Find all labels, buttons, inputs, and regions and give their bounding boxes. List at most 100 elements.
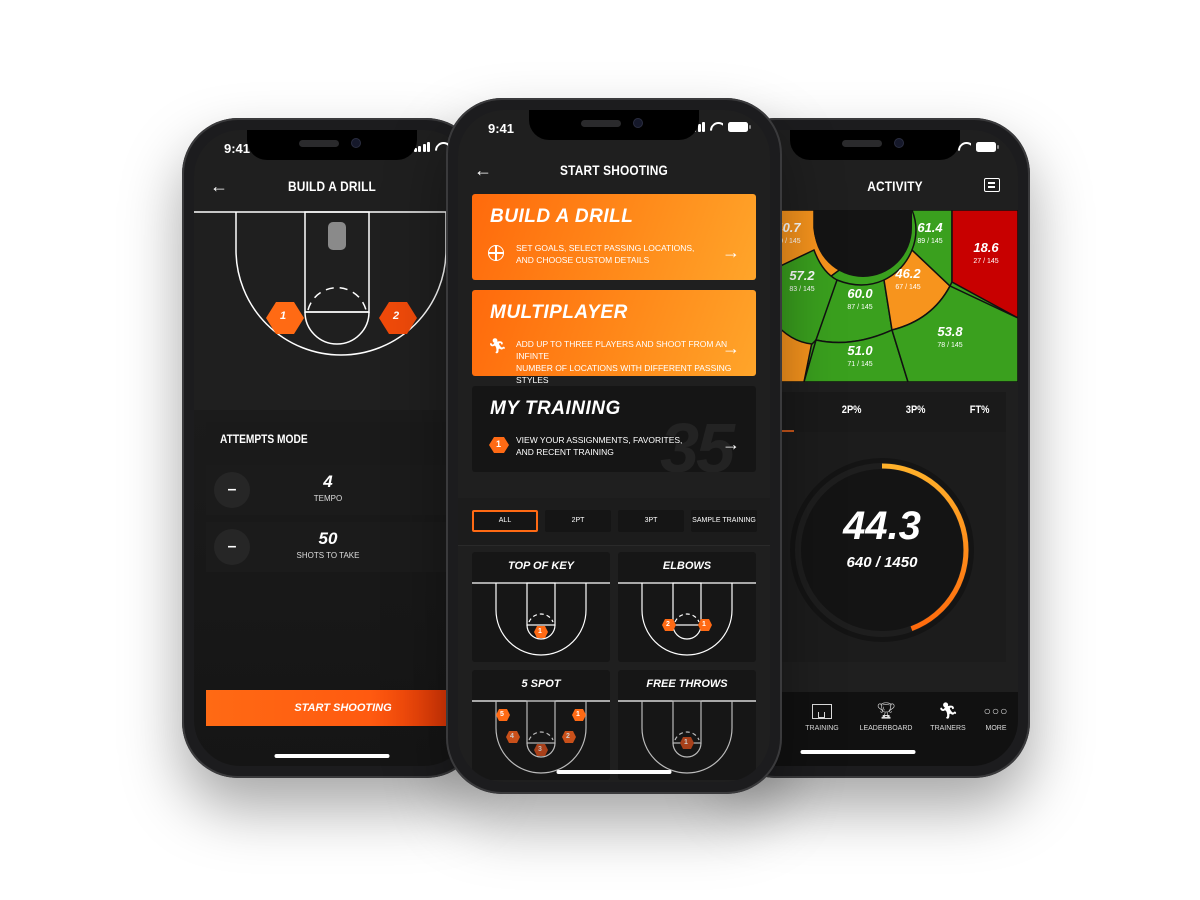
tab-label: MORE xyxy=(985,725,1007,732)
card-title: BUILD A DRILL xyxy=(490,206,634,227)
shots-stepper[interactable]: – 50 SHOTS TO TAKE xyxy=(206,522,470,572)
basketball-icon xyxy=(488,245,504,261)
notch xyxy=(247,130,417,160)
attempts-mode-label: ATTEMPTS MODE xyxy=(220,432,308,446)
arrow-right-icon[interactable]: → xyxy=(722,338,740,359)
drill-card-top-of-key[interactable]: TOP OF KEY 1 xyxy=(472,552,610,662)
filter-sample-training[interactable]: SAMPLE TRAINING xyxy=(691,510,757,532)
drill-card-free-throws[interactable]: FREE THROWS 1 xyxy=(618,670,756,780)
wifi-icon xyxy=(435,142,448,152)
drill-title: 5 SPOT xyxy=(521,678,561,690)
shots-label: SHOTS TO TAKE xyxy=(296,551,360,560)
start-shooting-button[interactable]: START SHOOTING xyxy=(206,690,470,726)
drill-card-elbows[interactable]: ELBOWS 2 1 xyxy=(618,552,756,662)
heatmap-zone-pct: 53.8 xyxy=(937,324,963,339)
home-indicator[interactable] xyxy=(800,750,916,754)
court-diagram[interactable]: 1 2 xyxy=(194,210,470,410)
drill-filters: ALL 2PT 3PT SAMPLE TRAINING xyxy=(458,498,770,546)
gauge-svg xyxy=(790,458,974,642)
screen: 9:41 ← START SHOOTING BUILD A DRILL SET … xyxy=(458,110,770,782)
multiplayer-card[interactable]: MULTIPLAYER 🏃︎ ADD UP TO THREE PLAYERS A… xyxy=(472,290,756,385)
card-title: MULTIPLAYER xyxy=(490,302,628,323)
my-training-card[interactable]: 35 MY TRAINING 1 VIEW YOUR ASSIGNMENTS, … xyxy=(472,386,756,472)
heatmap-zone-pct: 60.0 xyxy=(847,286,873,301)
shot-heatmap[interactable]: 40.759 / 1451557.283 / 14560.087 / 14546… xyxy=(766,209,1018,383)
court-diagram xyxy=(472,700,610,774)
spot-label: 1 xyxy=(702,621,706,628)
spot-label: 1 xyxy=(684,739,688,746)
runner-icon: 🏃︎ xyxy=(488,338,508,355)
drill-card-5-spot[interactable]: 5 SPOT 5 1 4 2 3 xyxy=(472,670,610,780)
heatmap-zone-made: 71 / 145 xyxy=(847,361,872,368)
chat-icon[interactable] xyxy=(984,178,1000,192)
tab-ft[interactable]: FT% xyxy=(970,404,990,416)
heatmap-zone-pct: 18.6 xyxy=(973,240,999,255)
court-spot-2-label: 2 xyxy=(393,310,400,322)
tab-leaderboard[interactable]: 🏆︎ LEADERBOARD xyxy=(856,700,916,732)
heatmap-zone-pct: 57.2 xyxy=(789,268,815,283)
badge-count: 1 xyxy=(496,439,502,449)
gauge-outer xyxy=(790,458,974,642)
tab-3p[interactable]: 3P% xyxy=(906,404,926,416)
tab-2p[interactable]: 2P% xyxy=(842,404,862,416)
phone-build-a-drill: 9:41 ← BUILD A DRILL 1 2 ATTEMPTS MODE –… xyxy=(182,118,482,778)
heatmap-zone-made: 87 / 145 xyxy=(847,304,872,311)
phone-start-shooting: 9:41 ← START SHOOTING BUILD A DRILL SET … xyxy=(446,98,782,794)
filter-2pt[interactable]: 2PT xyxy=(545,510,611,532)
drill-title: FREE THROWS xyxy=(646,678,728,690)
court-diagram xyxy=(472,582,610,656)
spot-label: 2 xyxy=(666,621,670,628)
tab-training[interactable]: TRAINING xyxy=(792,700,852,732)
status-time: 9:41 xyxy=(224,141,251,156)
card-title: MY TRAINING xyxy=(490,398,621,419)
heatmap-zone-made: 83 / 145 xyxy=(789,286,814,293)
drill-title: ELBOWS xyxy=(662,560,712,572)
tab-more[interactable]: ○○○ MORE xyxy=(966,700,1018,732)
court-diagram xyxy=(618,582,756,656)
card-description: ADD UP TO THREE PLAYERS AND SHOOT FROM A… xyxy=(516,339,732,385)
shots-value: 50 xyxy=(318,529,338,548)
heatmap-zone-made: 27 / 145 xyxy=(973,258,998,265)
app-bar: ← BUILD A DRILL xyxy=(194,168,470,208)
heatmap-svg: 40.759 / 1451557.283 / 14560.087 / 14546… xyxy=(766,209,1018,383)
notch xyxy=(529,110,699,140)
spot-label: 4 xyxy=(510,733,514,740)
card-description: VIEW YOUR ASSIGNMENTS, FAVORITES, AND REC… xyxy=(516,435,683,457)
status-time: 9:41 xyxy=(488,121,515,136)
heatmap-zone-pct: 51.0 xyxy=(847,343,873,358)
gauge-percentage: 44.3 xyxy=(843,504,921,548)
home-indicator[interactable] xyxy=(556,770,672,774)
tab-label: LEADERBOARD xyxy=(859,725,913,732)
heatmap-zone-made: 67 / 145 xyxy=(895,284,920,291)
trophy-icon: 🏆︎ xyxy=(875,703,897,720)
spot-label: 3 xyxy=(538,746,542,753)
drill-title: TOP OF KEY xyxy=(507,560,574,572)
tab-label: TRAINING xyxy=(805,725,839,732)
wifi-icon xyxy=(710,122,723,132)
arrow-right-icon[interactable]: → xyxy=(722,242,740,263)
battery-icon xyxy=(976,142,999,152)
home-indicator[interactable] xyxy=(274,754,390,758)
filter-3pt[interactable]: 3PT xyxy=(618,510,684,532)
backboard-icon xyxy=(328,222,346,250)
page-title: BUILD A DRILL xyxy=(288,178,376,194)
spot-label: 2 xyxy=(566,733,570,740)
gauge-made-attempted: 640 / 1450 xyxy=(846,554,918,571)
filter-all[interactable]: ALL xyxy=(472,510,538,532)
tempo-value: 4 xyxy=(323,472,333,491)
build-a-drill-card[interactable]: BUILD A DRILL SET GOALS, SELECT PASSING … xyxy=(472,194,756,280)
spot-label: 1 xyxy=(538,628,542,635)
attempts-mode-selector[interactable]: ATTEMPTS MODE xyxy=(206,422,470,456)
screen: 9:41 ← BUILD A DRILL 1 2 ATTEMPTS MODE –… xyxy=(194,130,470,766)
heatmap-zone-made: 89 / 145 xyxy=(917,238,942,245)
spot-label: 1 xyxy=(576,711,580,718)
arrow-right-icon[interactable]: → xyxy=(722,434,740,455)
hexagon-badge-icon: 1 xyxy=(488,436,510,459)
heatmap-zone-pct: 46.2 xyxy=(894,266,921,281)
spot-label: 5 xyxy=(500,711,504,718)
tempo-label: TEMPO xyxy=(313,494,343,503)
tempo-stepper[interactable]: – 4 TEMPO xyxy=(206,465,470,515)
court-spot-1-label: 1 xyxy=(280,310,287,322)
hoop-icon xyxy=(792,700,852,722)
more-dots-icon: ○○○ xyxy=(983,704,1009,718)
